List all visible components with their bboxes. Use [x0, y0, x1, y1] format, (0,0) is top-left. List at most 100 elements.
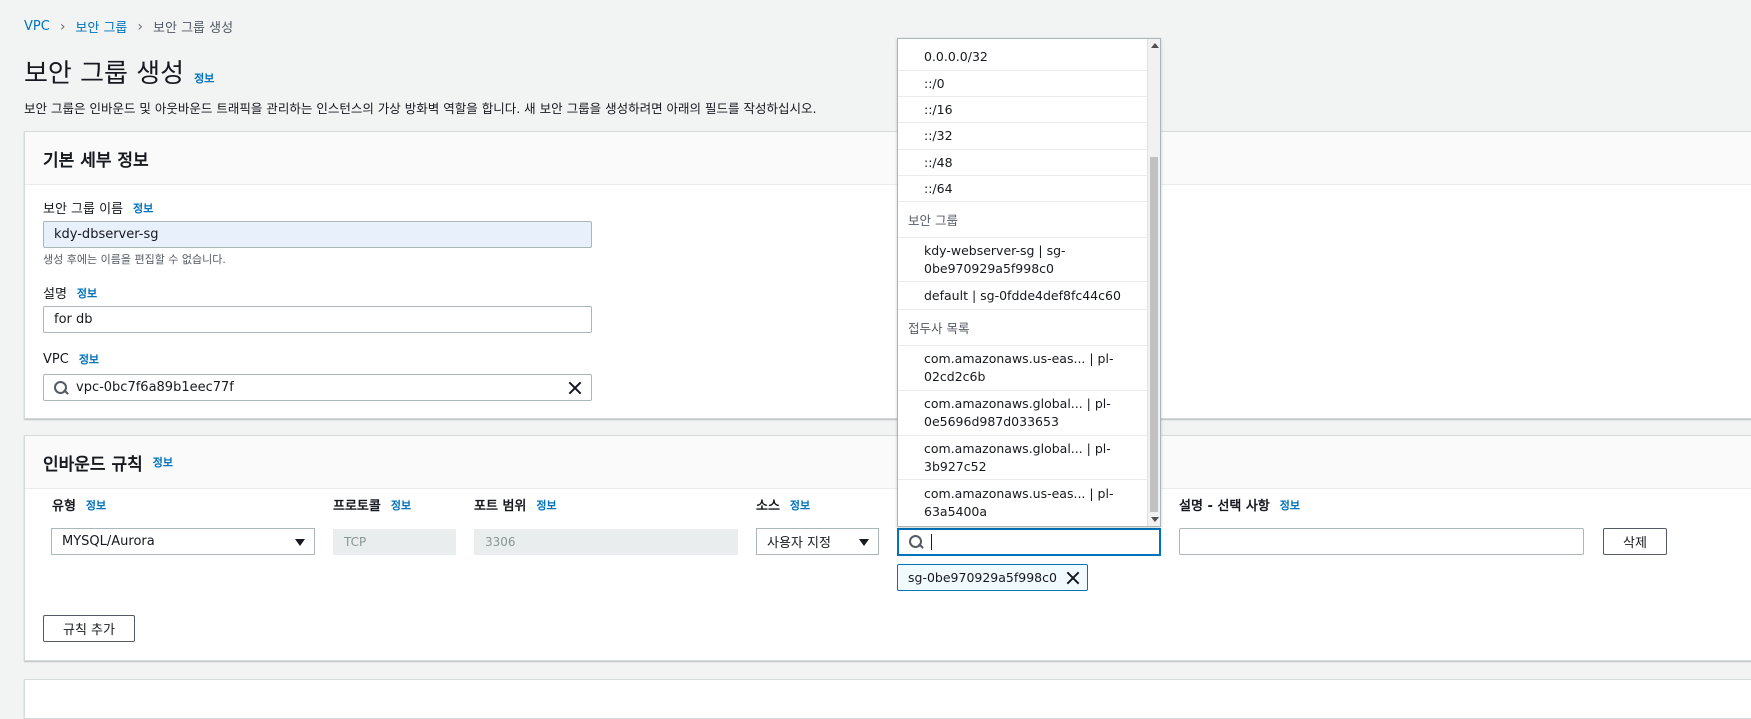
inbound-rules-title: 인바운드 규칙	[43, 454, 143, 475]
dropdown-option[interactable]: com.amazonaws.us-eas... | pl- 02cd2c6b	[898, 346, 1147, 391]
option-label: ::/48	[924, 154, 953, 170]
option-label: com.amazonaws.global... | pl-	[924, 440, 1111, 456]
dropdown-option[interactable]: ::/16	[898, 97, 1147, 123]
col-protocol-label: 프로토콜	[333, 499, 381, 514]
breadcrumb-security-groups[interactable]: 보안 그룹	[75, 17, 127, 36]
dropdown-option[interactable]: ::/0	[898, 71, 1147, 97]
dropdown-option[interactable]: ::/64	[898, 176, 1147, 202]
basic-details-panel: 기본 세부 정보 보안 그룹 이름 정보 kdy-dbserver-sg 생성 …	[24, 131, 1751, 419]
col-description-info-link[interactable]: 정보	[1280, 497, 1300, 513]
inbound-rules-header: 인바운드 규칙 정보	[25, 436, 1751, 489]
next-panel	[24, 679, 1751, 719]
add-rule-button[interactable]: 규칙 추가	[43, 615, 135, 642]
source-search-input[interactable]	[897, 528, 1161, 556]
dropdown-group-security-groups: 보안 그룹	[898, 202, 1147, 238]
source-token: sg-0be970929a5f998c0	[897, 564, 1088, 591]
dropdown-option[interactable]: default | sg-0fdde4def8fc44c60	[898, 282, 1147, 310]
search-icon	[54, 380, 68, 395]
caret-down-icon	[859, 539, 869, 546]
page-title-row: 보안 그룹 생성 정보	[24, 53, 214, 90]
col-port-info-link[interactable]: 정보	[536, 497, 556, 513]
source-dropdown: 0.0.0.0/32 ::/0 ::/16 ::/32 ::/48 ::/64 …	[897, 38, 1161, 527]
col-source: 소스 정보	[756, 495, 810, 515]
dropdown-option[interactable]: 0.0.0.0/32	[898, 44, 1147, 71]
port-range-field: 3306	[474, 529, 738, 555]
breadcrumb: VPC › 보안 그룹 › 보안 그룹 생성	[24, 17, 234, 37]
rule-description-input[interactable]	[1179, 528, 1584, 555]
option-label: 0.0.0.0/32	[924, 49, 988, 64]
source-mode-value: 사용자 지정	[767, 536, 831, 551]
option-label: 0e5696d987d033653	[924, 414, 1059, 429]
delete-rule-label: 삭제	[1623, 536, 1647, 551]
description-label: 설명 정보	[43, 283, 97, 303]
group-label: 보안 그룹	[908, 213, 958, 228]
page-info-link[interactable]: 정보	[194, 70, 214, 86]
dropdown-option[interactable]: ::/32	[898, 123, 1147, 150]
source-token-label: sg-0be970929a5f998c0	[908, 570, 1057, 585]
inbound-info-link[interactable]: 정보	[153, 454, 173, 470]
option-label: ::/32	[924, 128, 953, 143]
sg-name-input[interactable]: kdy-dbserver-sg	[43, 221, 592, 248]
dropdown-option[interactable]: ::/48	[898, 150, 1147, 176]
option-label: 63a5400a	[924, 503, 988, 519]
dropdown-scrollbar[interactable]	[1147, 39, 1160, 526]
col-protocol-info-link[interactable]: 정보	[391, 497, 411, 513]
option-label: ::/0	[924, 75, 945, 91]
sg-name-value: kdy-dbserver-sg	[54, 227, 159, 242]
col-type: 유형 정보	[52, 495, 106, 515]
dropdown-option[interactable]: kdy-webserver-sg | sg- 0be970929a5f998c0	[898, 238, 1147, 282]
sg-name-label-text: 보안 그룹 이름	[43, 202, 124, 217]
sg-name-label: 보안 그룹 이름 정보	[43, 198, 153, 218]
vpc-select-input[interactable]: vpc-0bc7f6a89b1eec77f	[43, 374, 592, 401]
group-label: 접두사 목록	[908, 321, 970, 336]
option-label: com.amazonaws.global... | pl-	[924, 396, 1111, 411]
option-label: default | sg-0fdde4def8fc44c60	[924, 287, 1121, 303]
source-mode-select[interactable]: 사용자 지정	[756, 528, 879, 555]
remove-token-icon[interactable]	[1065, 570, 1081, 586]
chevron-right-icon: ›	[59, 18, 66, 35]
port-value: 3306	[485, 535, 516, 549]
text-cursor	[931, 534, 932, 550]
vpc-label: VPC 정보	[43, 351, 99, 367]
col-port: 포트 범위 정보	[474, 495, 557, 515]
vpc-label-text: VPC	[43, 351, 69, 367]
description-label-text: 설명	[43, 287, 67, 302]
option-label: 02cd2c6b	[924, 369, 986, 384]
dropdown-option[interactable]: com.amazonaws.global... | pl- 3b927c52	[898, 436, 1147, 480]
scrollbar-thumb[interactable]	[1150, 157, 1158, 512]
scroll-down-icon[interactable]	[1151, 517, 1159, 522]
delete-rule-button[interactable]: 삭제	[1603, 528, 1667, 555]
chevron-right-icon: ›	[137, 18, 144, 35]
description-value: for db	[54, 312, 93, 327]
scroll-up-icon[interactable]	[1151, 43, 1159, 48]
basic-details-title: 기본 세부 정보	[43, 150, 149, 171]
option-label: ::/16	[924, 101, 953, 117]
option-label: com.amazonaws.us-eas... | pl-	[924, 485, 1114, 501]
option-label: com.amazonaws.us-eas... | pl-	[924, 351, 1114, 366]
dropdown-option[interactable]: com.amazonaws.global... | pl- 0e5696d987…	[898, 391, 1147, 436]
caret-down-icon	[295, 539, 305, 546]
clear-icon[interactable]	[567, 380, 583, 396]
col-protocol: 프로토콜 정보	[333, 495, 411, 515]
col-port-label: 포트 범위	[474, 499, 527, 514]
type-value: MYSQL/Aurora	[62, 534, 155, 549]
breadcrumb-current: 보안 그룹 생성	[153, 21, 234, 36]
col-description-label: 설명 - 선택 사항	[1179, 499, 1270, 514]
col-type-info-link[interactable]: 정보	[86, 497, 106, 513]
page-description: 보안 그룹은 인바운드 및 아웃바운드 트래픽을 관리하는 인스턴스의 가상 방…	[24, 101, 817, 116]
vpc-info-link[interactable]: 정보	[79, 351, 99, 367]
description-input[interactable]: for db	[43, 306, 592, 333]
type-select[interactable]: MYSQL/Aurora	[51, 528, 315, 555]
col-source-info-link[interactable]: 정보	[790, 497, 810, 513]
description-info-link[interactable]: 정보	[77, 285, 97, 301]
dropdown-option[interactable]: com.amazonaws.us-eas... | pl- 63a5400a	[898, 480, 1147, 525]
protocol-value: TCP	[344, 535, 367, 549]
breadcrumb-vpc[interactable]: VPC	[24, 19, 50, 34]
option-label: ::/64	[924, 180, 953, 196]
option-label: kdy-webserver-sg | sg-	[924, 242, 1066, 258]
add-rule-label: 규칙 추가	[63, 623, 115, 638]
sg-name-info-link[interactable]: 정보	[133, 200, 153, 216]
inbound-rules-panel: 인바운드 규칙 정보 유형 정보 프로토콜 정보 포트 범위 정보 소스 정보 …	[24, 435, 1751, 661]
col-type-label: 유형	[52, 499, 76, 514]
vpc-value: vpc-0bc7f6a89b1eec77f	[76, 380, 234, 395]
